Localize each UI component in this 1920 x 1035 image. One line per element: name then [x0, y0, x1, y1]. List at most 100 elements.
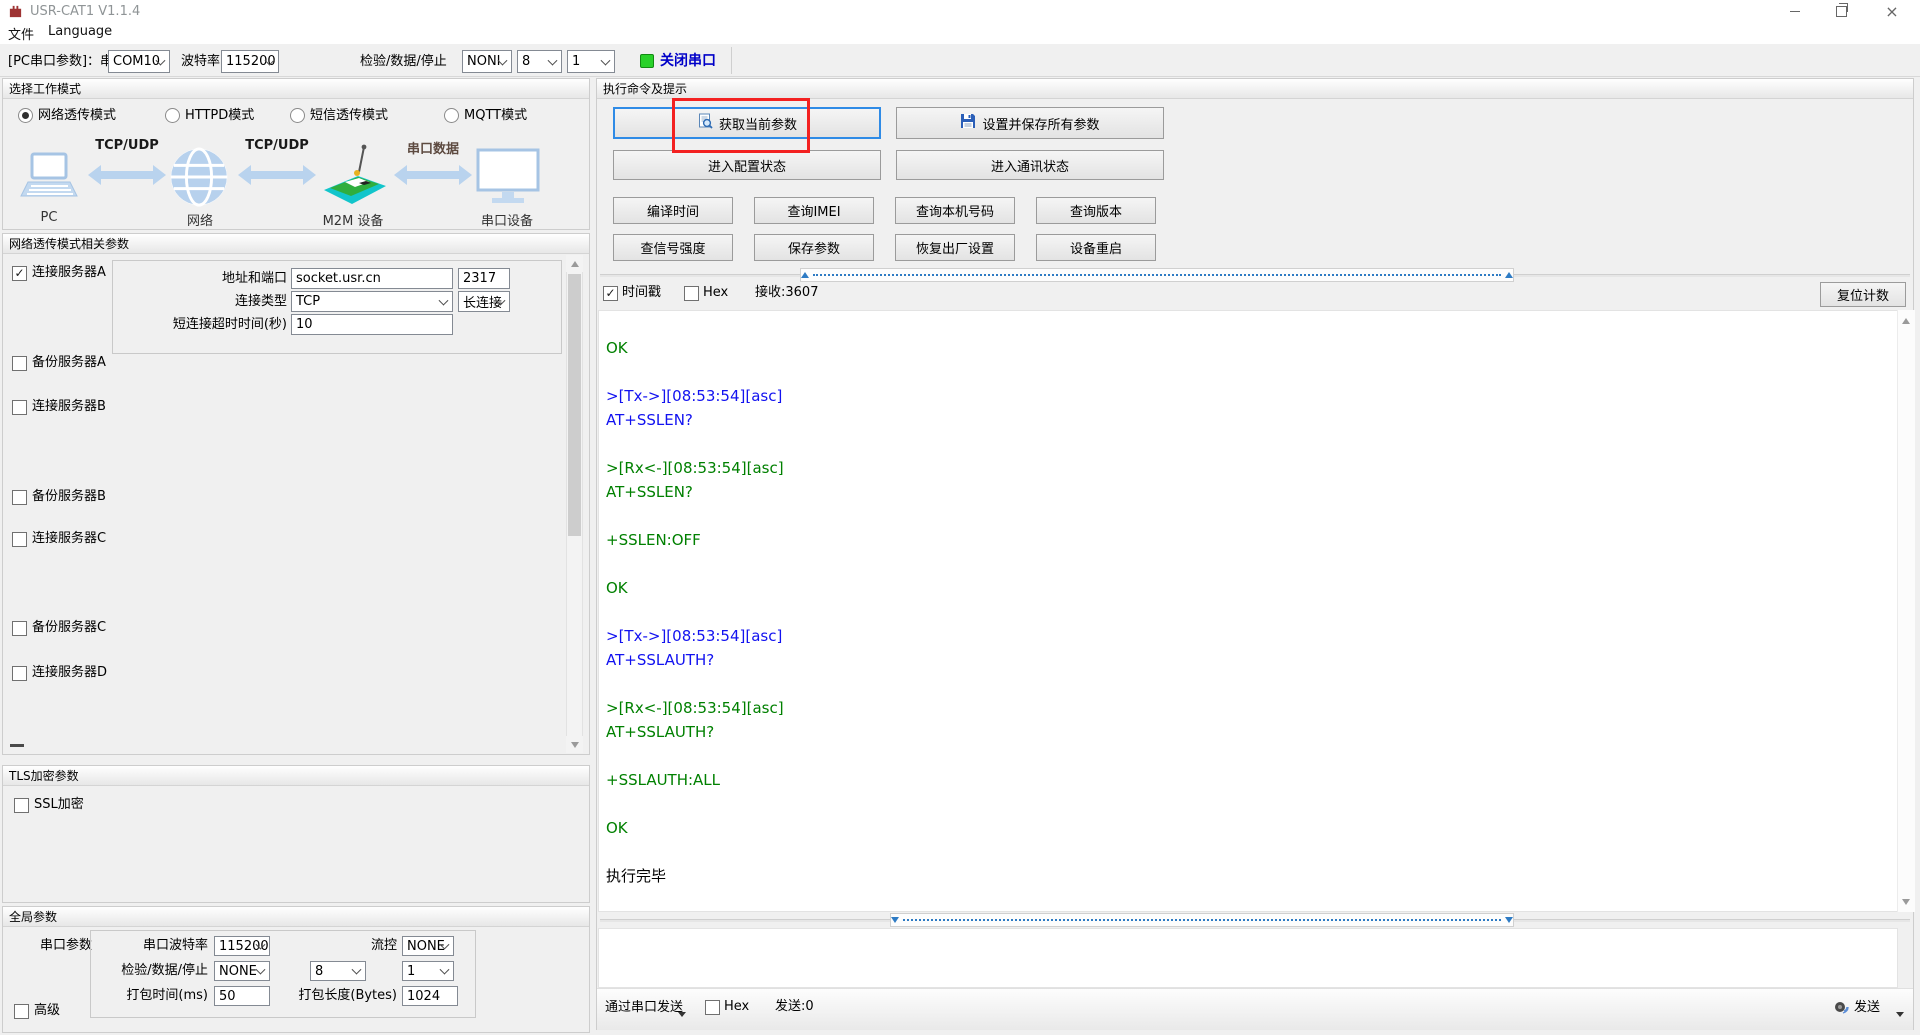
- command-button[interactable]: 保存参数: [754, 234, 874, 261]
- checkbox-backup-server-a-label: 备份服务器A: [32, 355, 106, 370]
- flow-control-select[interactable]: NONE: [402, 936, 454, 956]
- slider-handle-right-icon[interactable]: [1505, 917, 1513, 923]
- checkbox-server-b-label: 连接服务器B: [32, 399, 106, 414]
- checkbox-hex-receive[interactable]: [684, 286, 699, 301]
- log-slider-top[interactable]: [800, 268, 1514, 282]
- checkbox-advanced-label: 高级: [34, 1003, 61, 1018]
- close-serial-button[interactable]: 关闭串口: [660, 53, 716, 69]
- menu-language[interactable]: Language: [48, 24, 112, 44]
- send-via-serial-dropdown[interactable]: 通过串口发送: [605, 1000, 683, 1016]
- command-button[interactable]: 查询IMEI: [754, 197, 874, 224]
- arrow-m2m-serial-icon: [394, 164, 472, 190]
- send-input-area[interactable]: [598, 928, 1898, 988]
- reset-count-button[interactable]: 复位计数: [1820, 282, 1906, 307]
- serial-parity-select[interactable]: NONE: [214, 961, 270, 981]
- baud-label: 波特率: [181, 54, 221, 69]
- scroll-up-icon[interactable]: [566, 255, 583, 272]
- checkbox-advanced[interactable]: [14, 1004, 29, 1019]
- com-port-select[interactable]: COM10: [108, 50, 170, 73]
- command-button[interactable]: 设备重启: [1036, 234, 1156, 261]
- baud-select[interactable]: 115200: [221, 50, 279, 73]
- terminal-line: +SSLAUTH:ALL: [606, 771, 721, 789]
- radio-httpd[interactable]: [165, 108, 180, 123]
- link-tcp-udp-2-label: TCP/UDP: [245, 138, 309, 153]
- checkbox-server-b[interactable]: [12, 400, 27, 415]
- enter-comm-button[interactable]: 进入通讯状态: [896, 150, 1164, 180]
- work-mode-header: 选择工作模式: [3, 79, 589, 99]
- command-button[interactable]: 查信号强度: [613, 234, 733, 261]
- slider-handle-left-icon[interactable]: [891, 917, 899, 923]
- checkbox-server-a[interactable]: [12, 266, 27, 281]
- terminal-line: >[Tx->][08:53:54][asc]: [606, 387, 783, 405]
- parity-select[interactable]: NONI: [462, 50, 512, 73]
- slider-handle-left-icon[interactable]: [801, 272, 809, 278]
- checkbox-ssl[interactable]: [14, 798, 29, 813]
- net-params-header: 网络透传模式相关参数: [3, 234, 589, 254]
- log-scroll-up-icon[interactable]: [1897, 312, 1914, 329]
- checkbox-timestamp-label: 时间戳: [622, 285, 662, 300]
- net-params-scrollbar-thumb[interactable]: [568, 274, 581, 536]
- serial-stopbits-select[interactable]: 1: [402, 961, 454, 981]
- serial-databits-select[interactable]: 8: [310, 961, 366, 981]
- databits-select[interactable]: 8: [517, 50, 562, 73]
- server-a-type-select[interactable]: TCP: [291, 291, 453, 312]
- pack-length-input[interactable]: 1024: [402, 986, 458, 1006]
- command-button[interactable]: 查询本机号码: [895, 197, 1015, 224]
- checkbox-backup-server-a[interactable]: [12, 356, 27, 371]
- checkbox-hex-send-label: Hex: [724, 999, 750, 1014]
- server-a-timeout-input[interactable]: 10: [291, 314, 453, 335]
- serial-open-indicator-icon: [640, 54, 654, 68]
- send-via-dropdown-arrow-icon[interactable]: [678, 1006, 686, 1021]
- pack-time-input[interactable]: 50: [214, 986, 270, 1006]
- checkbox-backup-server-b[interactable]: [12, 490, 27, 505]
- command-button[interactable]: 查询版本: [1036, 197, 1156, 224]
- checkbox-backup-server-c[interactable]: [12, 621, 27, 636]
- slider-handle-right-icon[interactable]: [1505, 272, 1513, 278]
- scroll-down-icon[interactable]: [566, 736, 583, 753]
- radio-net-passthrough[interactable]: [18, 108, 33, 123]
- restore-button[interactable]: [1818, 0, 1864, 22]
- terminal-line: AT+SSLEN?: [606, 411, 693, 429]
- menu-file[interactable]: 文件: [8, 24, 34, 44]
- checkbox-timestamp[interactable]: [603, 286, 618, 301]
- serial-baud-label: 串口波特率: [142, 938, 208, 953]
- stopbits-select[interactable]: 1: [567, 50, 615, 73]
- enter-config-button[interactable]: 进入配置状态: [613, 150, 881, 180]
- send-dropdown-arrow-icon[interactable]: [1896, 1006, 1904, 1021]
- command-button[interactable]: 编译时间: [613, 197, 733, 224]
- log-scrollbar[interactable]: [1897, 310, 1915, 912]
- addr-port-label: 地址和端口: [221, 271, 287, 286]
- send-button[interactable]: 发送: [1854, 1000, 1880, 1016]
- server-a-address-input[interactable]: socket.usr.cn: [291, 268, 453, 289]
- log-scroll-down-icon[interactable]: [1897, 893, 1914, 910]
- serial-baud-select[interactable]: 115200: [214, 936, 270, 956]
- terminal-line: +SSLEN:OFF: [606, 531, 701, 549]
- log-slider-bottom[interactable]: [890, 913, 1514, 927]
- serial-parity-label: 检验/数据/停止: [121, 963, 208, 978]
- toolbar-separator: [731, 47, 732, 74]
- checkbox-hex-send[interactable]: [705, 1000, 720, 1015]
- node-m2m-label: M2M 设备: [322, 214, 384, 229]
- radio-mqtt-label: MQTT模式: [464, 108, 528, 123]
- checkbox-server-d-label: 连接服务器D: [32, 665, 108, 680]
- checkbox-server-c[interactable]: [12, 532, 27, 547]
- set-save-params-button[interactable]: 设置并保存所有参数: [896, 107, 1164, 139]
- annotation-red-rectangle: [672, 98, 810, 153]
- radio-sms-passthrough[interactable]: [290, 108, 305, 123]
- checkbox-server-d[interactable]: [12, 666, 27, 681]
- server-a-keepalive-select[interactable]: 长连接: [458, 291, 510, 312]
- close-button[interactable]: ×: [1864, 0, 1920, 22]
- server-a-port-input[interactable]: 2317: [458, 268, 510, 289]
- send-icon: [1832, 998, 1850, 1020]
- terminal-line: >[Rx<-][08:53:54][asc]: [606, 459, 784, 477]
- command-button[interactable]: 恢复出厂设置: [895, 234, 1015, 261]
- radio-mqtt[interactable]: [444, 108, 459, 123]
- checkbox-server-a-label: 连接服务器A: [32, 265, 106, 280]
- terminal-log-area[interactable]: [598, 310, 1898, 912]
- node-pc-label: PC: [40, 210, 58, 225]
- minimize-button[interactable]: [1772, 0, 1818, 22]
- checkbox-ssl-label: SSL加密: [34, 797, 84, 812]
